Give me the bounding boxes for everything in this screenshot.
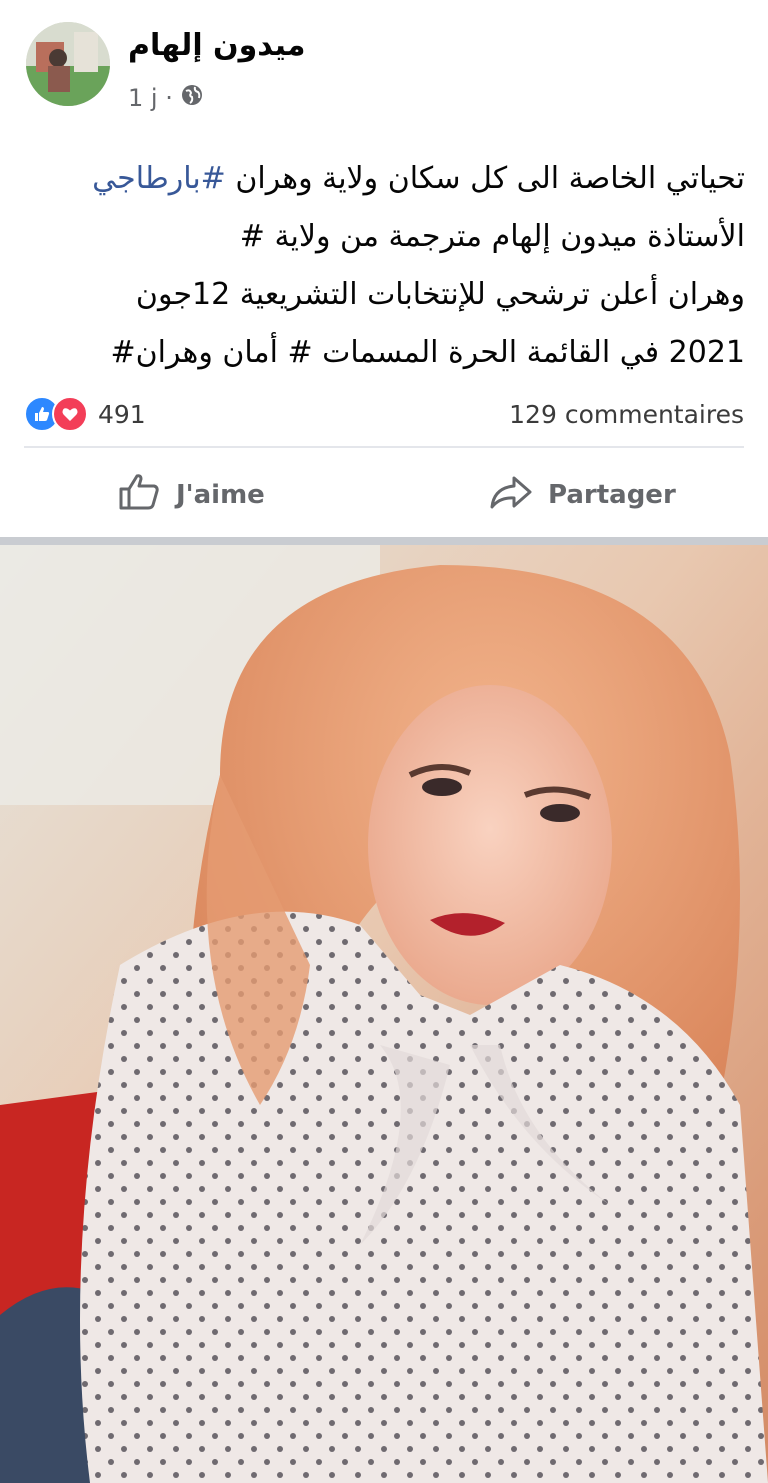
post-text-line: وهران أعلن ترشحي للإنتخابات التشريعية 12… [135, 277, 745, 312]
avatar-image [26, 22, 110, 106]
comment-count[interactable]: 129 commentaires [509, 400, 744, 429]
post-text-line: تحياتي الخاصة الى كل سكان ولاية وهران #ب… [92, 161, 745, 196]
post-text: تحياتي الخاصة الى كل سكان ولاية وهران #ب… [30, 150, 745, 382]
share-label: Partager [548, 480, 676, 510]
reactions-bar: 491 129 commentaires [24, 390, 744, 438]
portrait-photo [0, 545, 768, 1483]
post-text-line: 2021 في القائمة الحرة المسمات # أمان وهر… [110, 335, 745, 370]
post-photo[interactable] [0, 545, 768, 1483]
post-text-line: الأستاذة ميدون إلهام مترجمة من ولاية # [239, 219, 745, 254]
post-header: ميدون إلهام 1 j · [0, 0, 768, 140]
like-button[interactable]: J'aime [118, 465, 265, 525]
author-name[interactable]: ميدون إلهام [128, 28, 305, 63]
like-label: J'aime [176, 480, 265, 510]
photo-separator [0, 537, 768, 545]
divider [24, 446, 744, 448]
love-icon [52, 396, 88, 432]
post-actions: J'aime Partager [0, 455, 768, 535]
reaction-summary[interactable]: 491 [24, 396, 146, 432]
post-meta: 1 j · [128, 84, 203, 112]
post-time[interactable]: 1 j · [128, 84, 173, 112]
reaction-count: 491 [98, 399, 146, 429]
hashtag-link[interactable]: #بارطاجي [92, 161, 226, 196]
author-avatar[interactable] [26, 22, 110, 106]
share-arrow-icon [488, 472, 534, 519]
share-button[interactable]: Partager [488, 465, 676, 525]
thumbs-up-icon [118, 472, 162, 519]
globe-icon [181, 84, 203, 112]
